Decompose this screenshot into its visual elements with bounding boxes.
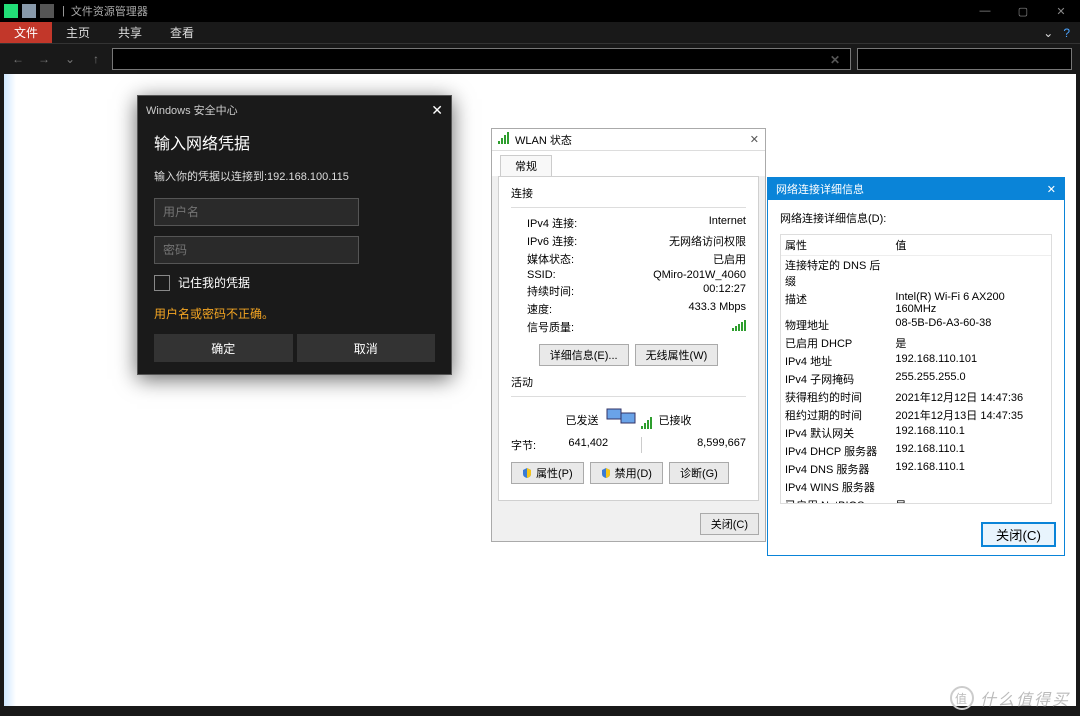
watermark-text: 什么值得买 [980, 686, 1070, 710]
details-row: 描述Intel(R) Wi-Fi 6 AX200 160MHz [781, 290, 1051, 316]
password-input[interactable] [154, 236, 359, 264]
address-clear-button[interactable]: ✕ [824, 49, 846, 71]
credential-dialog: Windows 安全中心 ✕ 输入网络凭据 输入你的凭据以连接到:192.168… [137, 95, 452, 375]
details-button[interactable]: 详细信息(E)... [539, 344, 629, 366]
credential-dialog-title: Windows 安全中心 [146, 102, 238, 118]
wlan-status-dialog: WLAN 状态 ✕ 常规 连接 IPv4 连接:InternetIPv6 连接:… [491, 128, 766, 542]
ok-button[interactable]: 确定 [154, 334, 293, 362]
remember-checkbox[interactable] [154, 275, 170, 291]
wlan-row: 持续时间:00:12:27 [511, 282, 746, 300]
ribbon-expand-icon[interactable]: ⌄ [1043, 26, 1053, 40]
credential-heading: 输入网络凭据 [154, 130, 435, 154]
details-row: 物理地址08-5B-D6-A3-60-38 [781, 316, 1051, 334]
quick-icon[interactable] [22, 4, 36, 18]
details-section-label: 网络连接详细信息(D): [780, 210, 1052, 226]
titlebar-sep: | [62, 5, 65, 17]
ribbon-tabs: 文件 主页 共享 查看 ⌄ ? [0, 22, 1080, 44]
wlan-tab-general[interactable]: 常规 [500, 155, 552, 176]
details-row: 已启用 NetBIOS over Tc...是 [781, 496, 1051, 504]
bytes-label: 字节: [511, 437, 536, 453]
diagnose-button[interactable]: 诊断(G) [669, 462, 729, 484]
search-input[interactable] [857, 48, 1072, 70]
details-close-bottom-button[interactable]: 关闭(C) [981, 522, 1056, 547]
nav-back-button[interactable]: ← [8, 49, 28, 69]
credential-error: 用户名或密码不正确。 [154, 305, 435, 322]
details-row: 获得租约的时间2021年12月12日 14:47:36 [781, 388, 1051, 406]
details-row: 租约过期的时间2021年12月13日 14:47:35 [781, 406, 1051, 424]
tab-view[interactable]: 查看 [156, 22, 208, 43]
window-title: 文件资源管理器 [71, 3, 148, 19]
cancel-button[interactable]: 取消 [297, 334, 436, 362]
remember-label: 记住我的凭据 [178, 274, 250, 291]
details-row: IPv4 DNS 服务器192.168.110.1 [781, 460, 1051, 478]
details-close-button[interactable]: ✕ [1047, 183, 1056, 196]
credential-close-button[interactable]: ✕ [431, 103, 443, 117]
connection-section-label: 连接 [511, 185, 746, 201]
wlan-title: WLAN 状态 [515, 132, 572, 148]
recv-label: 已接收 [659, 412, 747, 428]
wireless-properties-button[interactable]: 无线属性(W) [635, 344, 719, 366]
watermark: 值 什么值得买 [950, 686, 1070, 710]
wlan-row: 速度:433.3 Mbps [511, 300, 746, 318]
details-row: IPv4 WINS 服务器 [781, 478, 1051, 496]
details-row: IPv4 DHCP 服务器192.168.110.1 [781, 442, 1051, 460]
connection-details-dialog: 网络连接详细信息 ✕ 网络连接详细信息(D): 属性值 连接特定的 DNS 后缀… [767, 177, 1065, 556]
wlan-close-button[interactable]: ✕ [750, 133, 759, 146]
wlan-row: 媒体状态:已启用 [511, 250, 746, 268]
wlan-row: IPv4 连接:Internet [511, 214, 746, 232]
details-row: IPv4 地址192.168.110.101 [781, 352, 1051, 370]
help-icon[interactable]: ? [1063, 26, 1070, 40]
recv-bytes: 8,599,667 [642, 437, 746, 453]
minimize-button[interactable]: — [966, 0, 1004, 22]
left-edge [4, 74, 16, 706]
signal-quality-label: 信号质量: [527, 319, 574, 335]
address-input[interactable]: ✕ [112, 48, 851, 70]
credential-subtitle: 输入你的凭据以连接到:192.168.100.115 [154, 168, 435, 184]
wlan-row: IPv6 连接:无网络访问权限 [511, 232, 746, 250]
activity-icon [599, 407, 659, 432]
tab-file[interactable]: 文件 [0, 22, 52, 43]
address-bar-row: ← → ⌄ ↑ ✕ [0, 44, 1080, 74]
nav-forward-button[interactable]: → [34, 49, 54, 69]
col-value: 值 [891, 235, 1051, 256]
sent-bytes: 641,402 [536, 437, 640, 453]
maximize-button[interactable]: ▢ [1004, 0, 1042, 22]
activity-section-label: 活动 [511, 374, 746, 390]
details-title: 网络连接详细信息 [776, 181, 864, 197]
close-button[interactable]: ✕ [1042, 0, 1080, 22]
wlan-close-bottom-button[interactable]: 关闭(C) [700, 513, 759, 535]
tab-home[interactable]: 主页 [52, 22, 104, 43]
details-row: IPv4 默认网关192.168.110.1 [781, 424, 1051, 442]
col-property: 属性 [781, 235, 891, 256]
nav-dropdown-button[interactable]: ⌄ [60, 49, 80, 69]
properties-button[interactable]: 属性(P) [511, 462, 584, 484]
disable-button[interactable]: 禁用(D) [590, 462, 663, 484]
watermark-icon: 值 [950, 686, 974, 710]
tab-share[interactable]: 共享 [104, 22, 156, 43]
nav-up-button[interactable]: ↑ [86, 49, 106, 69]
wlan-row: SSID:QMiro-201W_4060 [511, 268, 746, 282]
wlan-icon [498, 132, 509, 147]
quick-icon-2[interactable] [40, 4, 54, 18]
sent-label: 已发送 [511, 412, 599, 428]
details-row: IPv4 子网掩码255.255.255.0 [781, 370, 1051, 388]
details-row: 连接特定的 DNS 后缀 [781, 256, 1051, 291]
username-input[interactable] [154, 198, 359, 226]
details-row: 已启用 DHCP是 [781, 334, 1051, 352]
app-icon [4, 4, 18, 18]
details-table: 属性值 连接特定的 DNS 后缀描述Intel(R) Wi-Fi 6 AX200… [780, 234, 1052, 504]
signal-quality-icon [732, 319, 746, 335]
titlebar: | 文件资源管理器 — ▢ ✕ [0, 0, 1080, 22]
